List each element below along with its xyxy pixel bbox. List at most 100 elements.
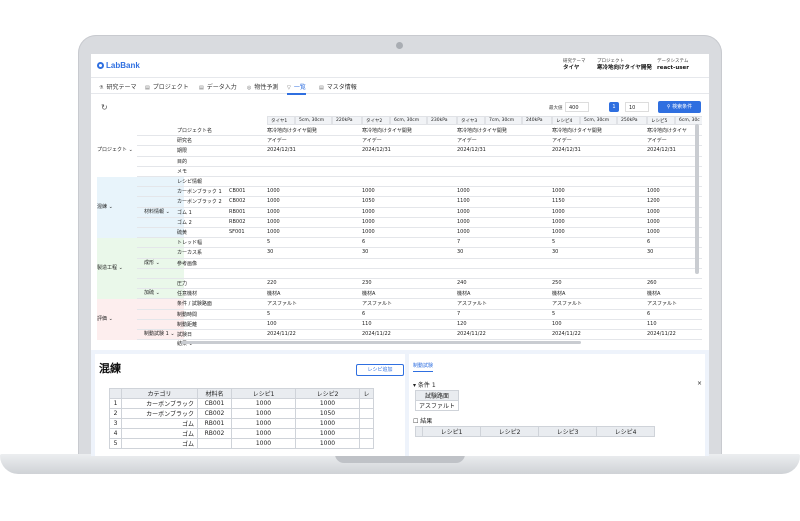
grid-cell[interactable]: アイデー (552, 137, 642, 144)
table-cell[interactable]: ゴム (121, 418, 198, 429)
column-header[interactable]: タイヤ1 (267, 116, 295, 125)
grid-cell[interactable]: アイデー (362, 137, 452, 144)
grid-cell[interactable]: 220 (267, 280, 357, 286)
table-cell[interactable]: カーボンブラック (121, 408, 198, 419)
grid-cell[interactable]: 1000 (362, 219, 452, 225)
grid-cell[interactable]: 120 (457, 321, 547, 327)
refresh-icon[interactable]: ↻ (101, 103, 108, 112)
grid-cell[interactable]: 2024/11/22 (362, 331, 452, 337)
sub-group-label[interactable]: 加硫 ⌄ (144, 289, 160, 296)
add-recipe-button[interactable]: レシピ追加 (356, 364, 404, 376)
column-header[interactable]: 220kPa (332, 116, 362, 125)
grid-cell[interactable]: アイデー (457, 137, 547, 144)
grid-cell[interactable]: 110 (362, 321, 452, 327)
tab-seido[interactable]: 制動試験 (413, 362, 434, 372)
grid-cell[interactable]: 2024/12/31 (552, 147, 642, 153)
grid-cell[interactable]: アスファルト (552, 300, 642, 307)
group-label[interactable]: プロジェクト ⌄ (97, 146, 133, 153)
grid-cell[interactable]: 7 (457, 311, 547, 317)
table-cell[interactable]: 1000 (295, 418, 360, 429)
grid-cell[interactable]: 5 (552, 239, 642, 245)
grid-cell[interactable]: 30 (457, 249, 547, 255)
grid-cell[interactable]: 1000 (362, 209, 452, 215)
grid-cell[interactable]: 6 (362, 311, 452, 317)
table-cell[interactable]: RB002 (197, 428, 232, 439)
grid-cell[interactable]: 1000 (457, 188, 547, 194)
grid-cell[interactable]: 1000 (647, 219, 702, 225)
table-cell[interactable]: 1050 (295, 408, 360, 419)
grid-cell[interactable]: 1000 (647, 229, 702, 235)
table-cell[interactable]: ゴム (121, 428, 198, 439)
grid-cell[interactable]: 6 (647, 311, 702, 317)
table-cell[interactable]: カーボンブラック (121, 398, 198, 409)
column-header[interactable]: レシピ4 (552, 116, 580, 125)
close-icon[interactable]: × (697, 380, 702, 387)
grid-cell[interactable]: 1000 (552, 229, 642, 235)
grid-cell[interactable]: 1150 (552, 198, 642, 204)
grid-cell[interactable]: 100 (267, 321, 357, 327)
grid-cell[interactable]: 1000 (457, 219, 547, 225)
grid-cell[interactable]: 6 (362, 239, 452, 245)
logo[interactable]: LabBank (97, 61, 140, 70)
grid-cell[interactable]: 2024/12/31 (457, 147, 547, 153)
grid-cell[interactable]: 30 (267, 249, 357, 255)
table-cell[interactable] (359, 428, 374, 439)
search-condition-button[interactable]: ⚲ 検索条件 (658, 101, 701, 113)
grid-cell[interactable]: 1000 (552, 188, 642, 194)
grid-cell[interactable]: 機材A (647, 290, 702, 297)
grid-cell[interactable]: 機材A (267, 290, 357, 297)
grid-cell[interactable]: 2024/11/22 (552, 331, 642, 337)
column-header[interactable]: 5cm, 30cm (580, 116, 617, 125)
page-button[interactable]: 1 (609, 102, 619, 112)
grid-cell[interactable]: アスファルト (457, 300, 547, 307)
nav-item[interactable]: ▤ マスタ情報 (319, 82, 357, 91)
meta-user[interactable]: データシステム react-user (657, 58, 689, 72)
nav-item[interactable]: ◎ 物性予測 (247, 82, 278, 91)
grid-cell[interactable]: 1100 (457, 198, 547, 204)
table-cell[interactable]: 1000 (231, 418, 296, 429)
grid-cell[interactable]: 2024/11/22 (267, 331, 357, 337)
grid-cell[interactable]: 230 (362, 280, 452, 286)
grid-cell[interactable]: 5 (267, 311, 357, 317)
table-cell[interactable] (197, 438, 232, 449)
grid-cell[interactable]: 1000 (267, 188, 357, 194)
grid-cell[interactable]: 5 (552, 311, 642, 317)
grid-cell[interactable]: 1050 (362, 198, 452, 204)
sub-group-label[interactable]: 制動試験 1 ⌄ (144, 330, 175, 337)
column-header[interactable]: タイヤ3 (457, 116, 485, 125)
column-header[interactable]: 240kPa (522, 116, 552, 125)
grid-cell[interactable]: アイデー (647, 137, 702, 144)
table-cell[interactable]: CB002 (197, 408, 232, 419)
grid-cell[interactable]: 1000 (457, 209, 547, 215)
grid-cell[interactable]: 1000 (267, 198, 357, 204)
grid-cell[interactable]: 30 (362, 249, 452, 255)
grid-cell[interactable]: 寒冷地向けタイヤ開発 (457, 127, 547, 134)
column-header[interactable]: 230kPa (427, 116, 457, 125)
grid-cell[interactable]: 1200 (647, 198, 702, 204)
table-cell[interactable] (359, 438, 374, 449)
group-label[interactable]: 評価 ⌄ (97, 315, 113, 322)
table-cell[interactable]: 1000 (295, 398, 360, 409)
vertical-scrollbar[interactable] (695, 124, 699, 274)
grid-cell[interactable]: 2024/11/22 (457, 331, 547, 337)
grid-cell[interactable]: 6 (647, 239, 702, 245)
grid-cell[interactable]: 250 (552, 280, 642, 286)
grid-cell[interactable]: アイデー (267, 137, 357, 144)
grid-cell[interactable]: アスファルト (647, 300, 702, 307)
grid-cell[interactable]: 1000 (647, 209, 702, 215)
per-page-select[interactable]: 10 (625, 102, 649, 112)
grid-cell[interactable]: 260 (647, 280, 702, 286)
grid-cell[interactable]: 1000 (362, 188, 452, 194)
grid-cell[interactable]: 1000 (267, 209, 357, 215)
table-cell[interactable]: RB001 (197, 418, 232, 429)
grid-cell[interactable]: 寒冷地向けタイヤ開発 (552, 127, 642, 134)
column-header[interactable]: 7cm, 30cm (485, 116, 522, 125)
table-cell[interactable]: 1000 (231, 408, 296, 419)
table-cell[interactable]: CB001 (197, 398, 232, 409)
table-cell[interactable] (359, 398, 374, 409)
grid-cell[interactable]: 2024/12/31 (362, 147, 452, 153)
grid-cell[interactable]: 240 (457, 280, 547, 286)
nav-item[interactable]: ▤ プロジェクト (145, 82, 189, 91)
table-cell[interactable] (359, 418, 374, 429)
grid-cell[interactable]: 1000 (267, 219, 357, 225)
